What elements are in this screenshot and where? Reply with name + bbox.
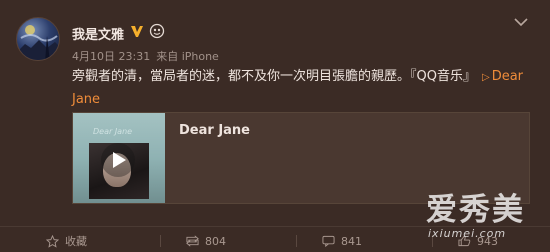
attachment-title[interactable]: Dear Jane: [179, 123, 250, 138]
post-date[interactable]: 4月10日 23:31: [72, 50, 150, 63]
play-button[interactable]: [101, 143, 135, 177]
post-music-tag: 『QQ音乐』: [410, 69, 476, 84]
favorite-label: 收藏: [65, 235, 87, 248]
username[interactable]: 我是文雅: [72, 24, 124, 43]
user-avatar[interactable]: [16, 17, 60, 61]
post-text: 旁觀者的清，當局者的迷，都不及你一次明目張膽的親歷。『QQ音乐』 ▷ Dear Ja…: [72, 66, 542, 111]
repost-count: 804: [205, 234, 226, 248]
repost-icon: [186, 235, 199, 247]
watermark-en: ixiumei.com: [428, 227, 507, 240]
post-meta: 4月10日 23:31 来自 iPhone: [72, 48, 219, 64]
post-text-main: 旁觀者的清，當局者的迷，都不及你一次明目張膽的親歷。: [72, 69, 411, 84]
post-source: 来自 iPhone: [156, 50, 219, 63]
comment-icon: [322, 235, 335, 247]
star-icon: [46, 234, 59, 248]
comment-count: 841: [341, 234, 362, 248]
verified-v-icon[interactable]: [129, 23, 145, 39]
chevron-down-icon[interactable]: [513, 16, 529, 28]
member-badge-icon[interactable]: [149, 23, 165, 39]
action-divider: [296, 235, 297, 247]
music-attachment[interactable]: Dear Jane Dear Jane: [72, 112, 530, 204]
thumb-caption: Dear Jane: [93, 127, 133, 136]
song-link-part1[interactable]: Dear: [492, 69, 523, 84]
repost-button[interactable]: 804: [186, 233, 226, 249]
play-link-icon[interactable]: ▷: [482, 72, 490, 83]
song-link-part2[interactable]: Jane: [72, 92, 100, 107]
album-thumbnail[interactable]: Dear Jane: [73, 113, 165, 203]
site-watermark: 爱秀美 ixiumei.com: [426, 193, 546, 245]
favorite-button[interactable]: 收藏: [46, 233, 87, 249]
watermark-cn: 爱秀美: [426, 192, 525, 228]
comment-button[interactable]: 841: [322, 233, 362, 249]
play-icon: [113, 152, 126, 168]
action-divider: [160, 235, 161, 247]
weibo-post-card: 我是文雅 4月10日 23:31 来自 iPhone 旁觀者的清，當局者的迷，都不…: [0, 0, 550, 252]
